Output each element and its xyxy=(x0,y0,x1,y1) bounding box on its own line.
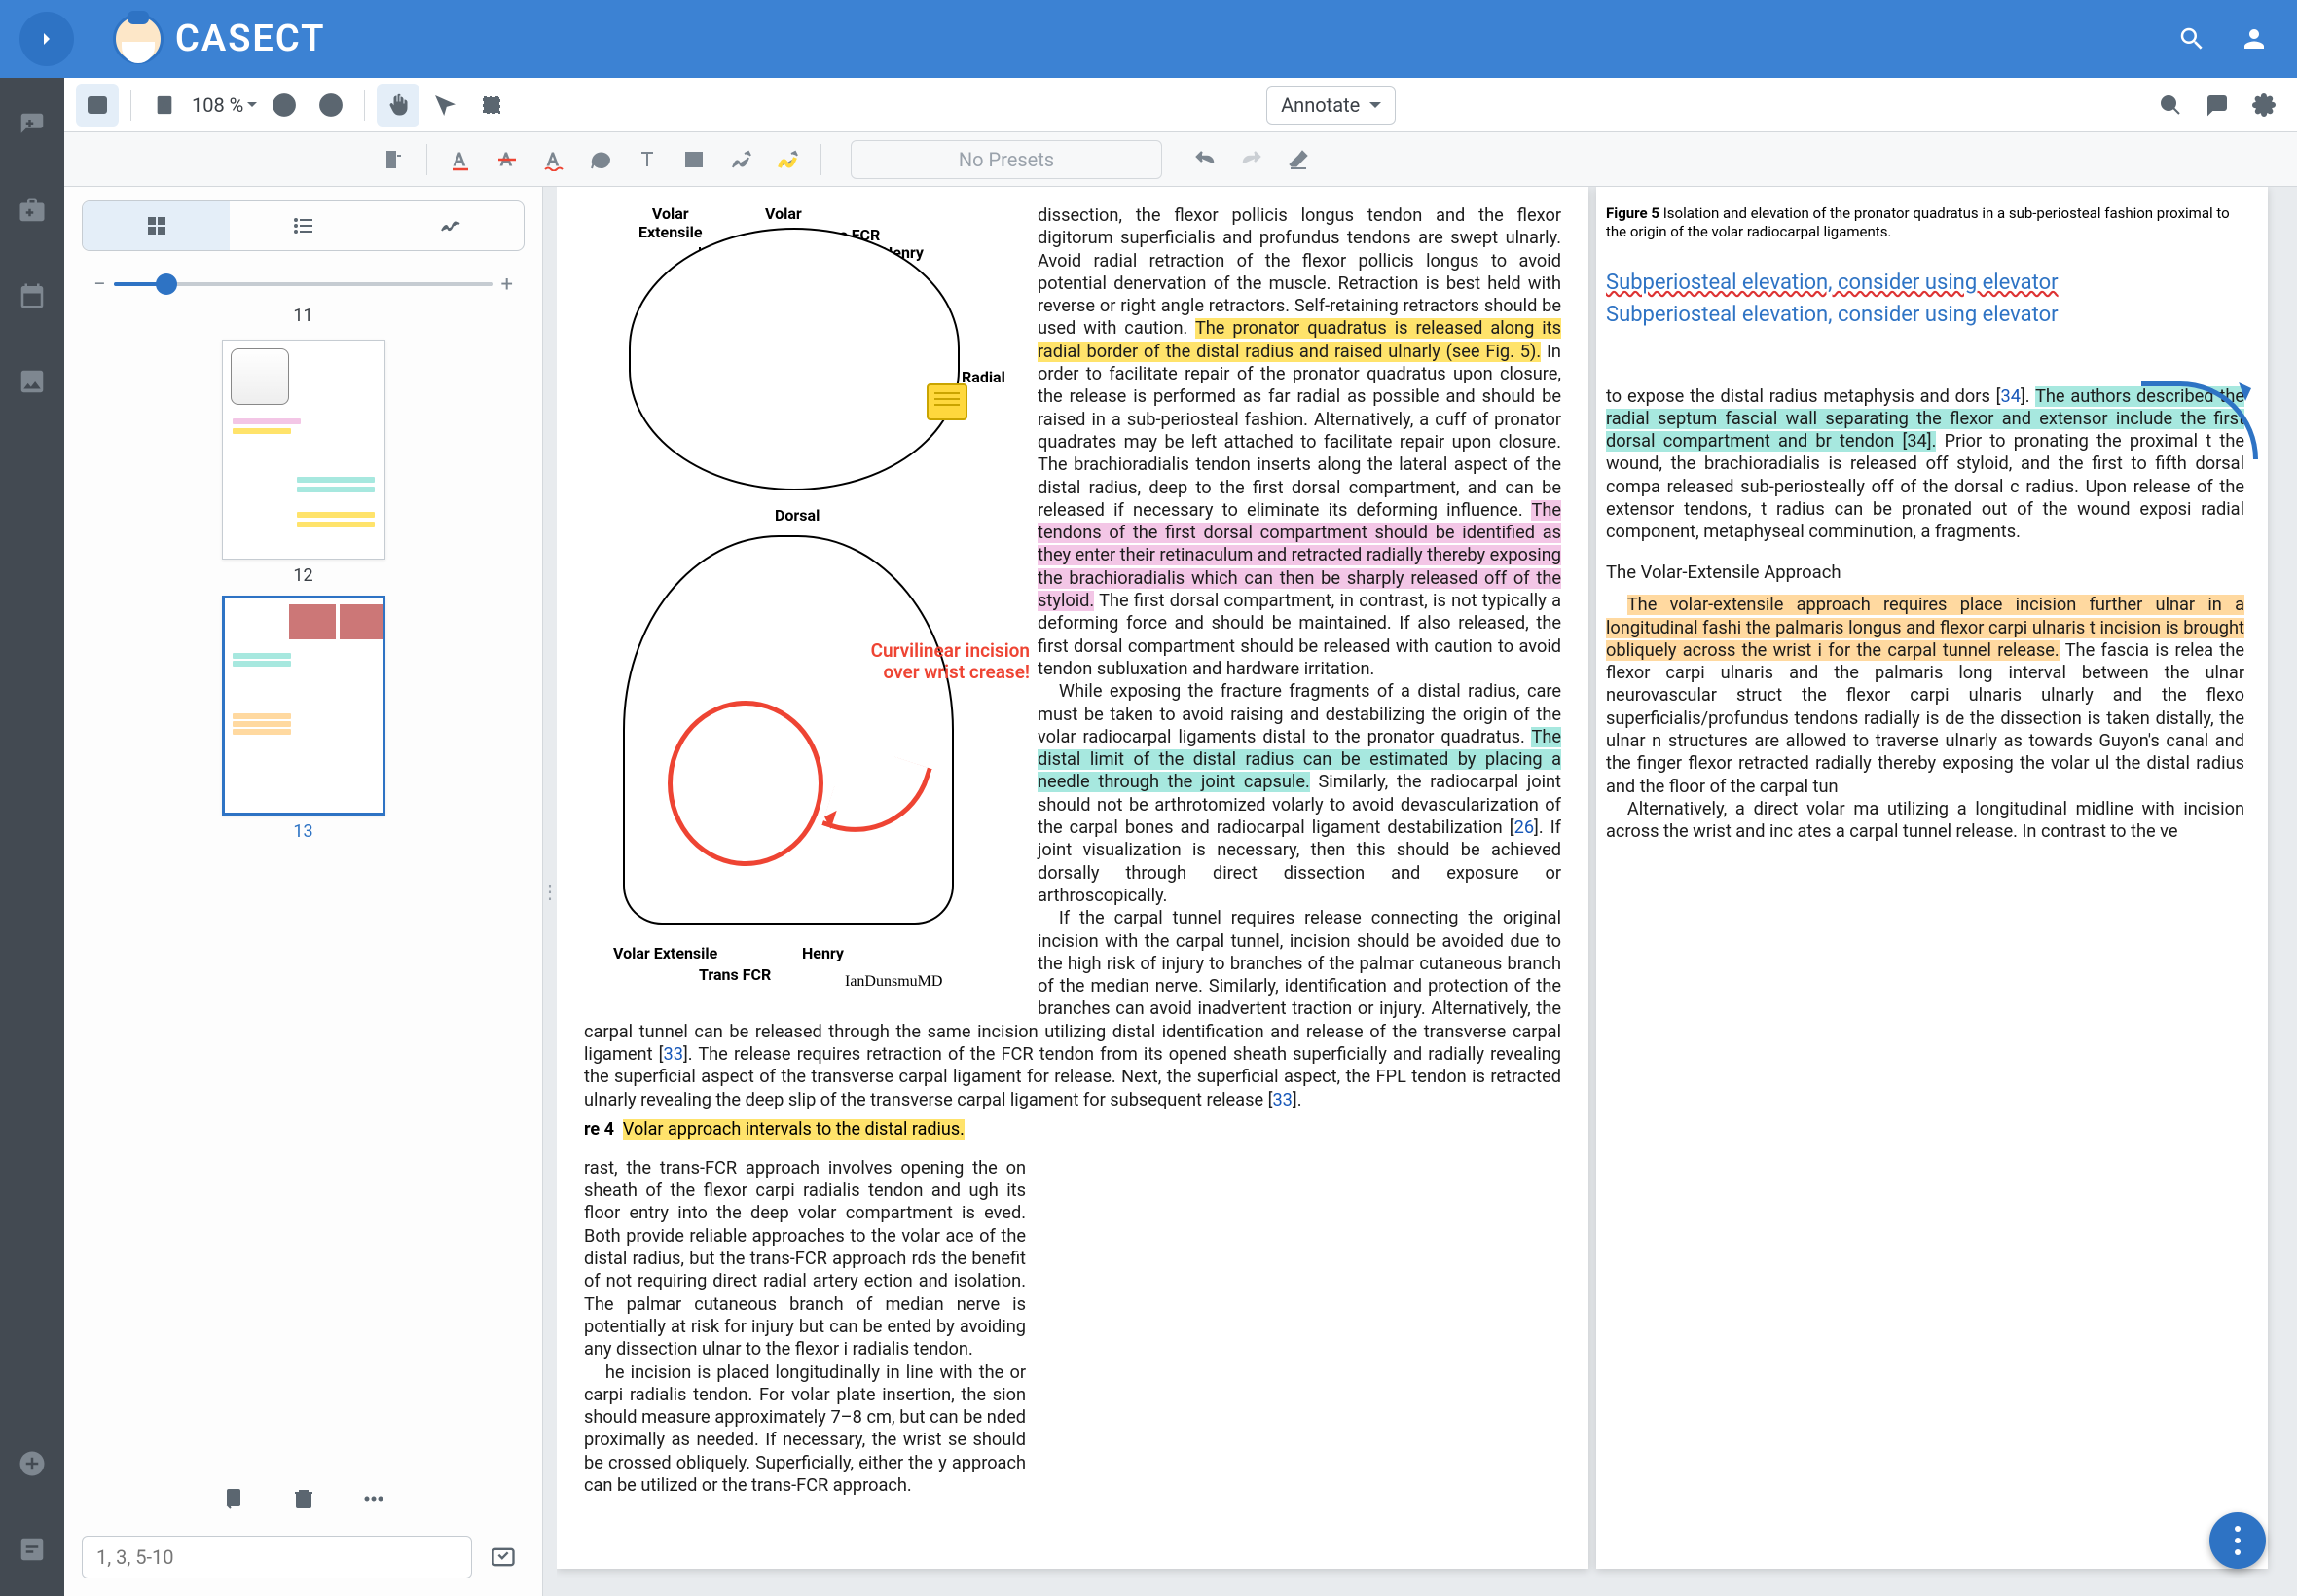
freetext-annotation-wavy[interactable]: Subperiosteal elevation, consider using … xyxy=(1606,271,2244,295)
settings-button[interactable] xyxy=(2242,84,2285,127)
zoom-in-button[interactable] xyxy=(310,84,352,127)
freetext-annotation[interactable]: Curvilinear incision over wrist crease! xyxy=(864,640,1030,683)
marquee-tool-button[interactable] xyxy=(470,84,513,127)
app-logo: CASECT xyxy=(113,14,326,64)
select-tool-button[interactable] xyxy=(423,84,466,127)
app-title: CASECT xyxy=(175,18,326,60)
freetext-annotation[interactable]: Subperiosteal elevation, consider using … xyxy=(1606,303,2244,327)
left-rail xyxy=(0,78,64,1596)
floating-action-button[interactable] xyxy=(2209,1512,2266,1569)
thumbnail-page-13[interactable]: 13 xyxy=(64,596,542,842)
doc-search-button[interactable] xyxy=(2149,84,2192,127)
rail-add-note-icon[interactable] xyxy=(9,101,55,148)
note-button[interactable] xyxy=(579,138,622,181)
thumbnail-size-slider[interactable]: − + xyxy=(86,272,521,296)
thumbnail-label-11: 11 xyxy=(64,306,542,326)
document-viewport[interactable]: Volar Volar Extensile Trans FCR Henry Ra… xyxy=(557,187,2297,1596)
underline-button[interactable]: A xyxy=(439,138,482,181)
thumb-delete-button[interactable] xyxy=(282,1477,325,1520)
zoom-dropdown[interactable]: 108 % xyxy=(190,93,259,117)
sidebar-toggle-button[interactable] xyxy=(19,12,74,66)
page-range-input[interactable] xyxy=(82,1536,472,1578)
view-mode-button[interactable] xyxy=(143,84,186,127)
page-range-go-button[interactable] xyxy=(482,1536,525,1578)
eraser-button[interactable] xyxy=(1277,138,1320,181)
highlight-annotation[interactable]: Volar approach intervals to the distal r… xyxy=(623,1119,965,1140)
viewer-toolbar-annotate: A A A No Presets xyxy=(64,132,2297,187)
tab-outline[interactable] xyxy=(230,201,377,250)
freetext-button[interactable] xyxy=(626,138,669,181)
freehand-arrow-annotation[interactable] xyxy=(2141,381,2258,459)
freehand-button[interactable] xyxy=(719,138,762,181)
panel-toggle-button[interactable] xyxy=(76,84,119,127)
doctor-icon xyxy=(113,14,164,64)
figure-caption: Figure 5 Isolation and elevation of the … xyxy=(1606,204,2244,241)
thumbnail-label: 12 xyxy=(293,565,312,586)
tab-thumbnails[interactable] xyxy=(83,201,230,250)
comments-button[interactable] xyxy=(2196,84,2239,127)
minus-icon: − xyxy=(86,272,114,297)
tab-signatures[interactable] xyxy=(377,201,524,250)
strikethrough-button[interactable]: A xyxy=(486,138,529,181)
preset-select[interactable]: No Presets xyxy=(851,140,1162,179)
squiggly-button[interactable]: A xyxy=(532,138,575,181)
sticky-note-annotation[interactable] xyxy=(927,383,967,420)
pan-tool-button[interactable] xyxy=(377,84,419,127)
pdf-page-right: Figure 5 Isolation and elevation of the … xyxy=(1596,187,2268,1569)
undo-button[interactable] xyxy=(1184,138,1226,181)
search-button[interactable] xyxy=(2169,16,2215,62)
thumbnail-tabs xyxy=(82,200,525,251)
rail-calendar-icon[interactable] xyxy=(9,272,55,319)
anatomy-figure: Volar Volar Extensile Trans FCR Henry Ra… xyxy=(584,204,1026,1002)
thumbnail-label: 13 xyxy=(293,821,312,842)
rectangle-button[interactable] xyxy=(673,138,715,181)
figure-caption: re 4 Volar approach intervals to the dis… xyxy=(584,1119,1561,1140)
redo-button[interactable] xyxy=(1230,138,1273,181)
rail-briefcase-icon[interactable] xyxy=(9,187,55,234)
pdf-page-left: Volar Volar Extensile Trans FCR Henry Ra… xyxy=(557,187,1588,1569)
rail-image-icon[interactable] xyxy=(9,358,55,405)
thumb-rotate-button[interactable] xyxy=(212,1477,255,1520)
zoom-out-button[interactable] xyxy=(263,84,306,127)
thumbnail-page-12[interactable]: 12 xyxy=(64,340,542,586)
freehand-circle-annotation[interactable] xyxy=(668,701,823,866)
svg-text:A: A xyxy=(454,150,465,170)
account-button[interactable] xyxy=(2231,16,2278,62)
text-highlight-button[interactable] xyxy=(372,138,415,181)
panel-splitter[interactable] xyxy=(543,187,557,1596)
plus-icon: + xyxy=(493,272,521,297)
thumbnail-panel: − + 11 xyxy=(64,187,543,1596)
highlighter-button[interactable] xyxy=(766,138,809,181)
rail-notes-icon[interactable] xyxy=(9,1526,55,1573)
annotate-dropdown[interactable]: Annotate xyxy=(1266,86,1396,125)
thumb-more-button[interactable] xyxy=(352,1477,395,1520)
viewer-toolbar-primary: 108 % Annotate xyxy=(64,78,2297,132)
rail-add-icon[interactable] xyxy=(9,1440,55,1487)
